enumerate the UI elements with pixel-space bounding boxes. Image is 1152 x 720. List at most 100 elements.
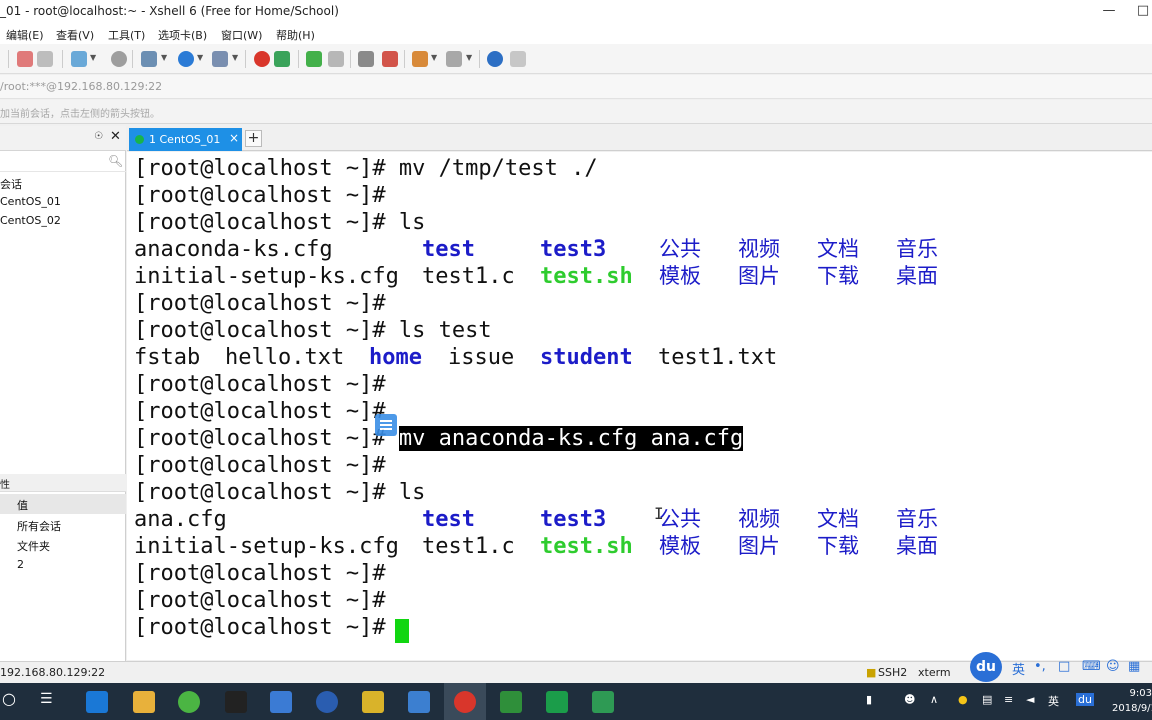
- property-row[interactable]: 2: [0, 555, 126, 575]
- property-row[interactable]: 值: [0, 494, 126, 514]
- font-icon[interactable]: [212, 51, 228, 67]
- properties-header: 性: [0, 474, 126, 492]
- xftp-icon[interactable]: [254, 51, 270, 67]
- tree-item-centos-01[interactable]: CentOS_01: [0, 195, 61, 208]
- menu-grid-icon[interactable]: ▦: [1128, 659, 1140, 674]
- people-icon[interactable]: ☻: [904, 693, 915, 706]
- transfer-icon[interactable]: [141, 51, 157, 67]
- camtasia-recorder-icon[interactable]: [546, 691, 568, 713]
- browser-icon[interactable]: [178, 691, 200, 713]
- reconnect-icon[interactable]: [37, 51, 53, 67]
- dir-entry: 模板: [659, 534, 701, 558]
- ime-tray-icon[interactable]: du: [1076, 693, 1094, 706]
- cortana-icon[interactable]: ○: [2, 689, 16, 708]
- tree-item-centos-02[interactable]: CentOS_02: [0, 214, 61, 227]
- notes-icon[interactable]: [362, 691, 384, 713]
- script-icon[interactable]: [412, 51, 428, 67]
- minimize-button[interactable]: —: [1092, 0, 1126, 22]
- chevron-down-icon[interactable]: ▼: [431, 53, 437, 62]
- tray-app-icon[interactable]: ●: [958, 693, 968, 706]
- menu-help[interactable]: 帮助(H): [276, 27, 315, 43]
- new-tab-icon[interactable]: [71, 51, 87, 67]
- dir-entry: 文档: [817, 237, 859, 261]
- maximize-button[interactable]: □: [1126, 0, 1152, 22]
- network-app-icon[interactable]: [316, 691, 338, 713]
- fullscreen-icon[interactable]: [306, 51, 322, 67]
- disconnect-icon[interactable]: [17, 51, 33, 67]
- ime-toolbar: du 英 •, □ ⌨ ☺ ▦: [970, 652, 1152, 682]
- address-bar[interactable]: /root:***@192.168.80.129:22: [0, 75, 1152, 99]
- keyboard-icon[interactable]: ⌨: [1082, 659, 1101, 674]
- network-icon[interactable]: ≡: [1004, 693, 1013, 706]
- add-tab-button[interactable]: +: [245, 130, 262, 147]
- chevron-down-icon[interactable]: ▼: [197, 53, 203, 62]
- prompt: [root@localhost ~]#: [134, 588, 386, 613]
- dir-entry: home: [369, 345, 422, 370]
- help-icon[interactable]: [487, 51, 503, 67]
- chevron-down-icon[interactable]: ▼: [161, 53, 167, 62]
- find-icon[interactable]: [111, 51, 127, 67]
- chevron-down-icon[interactable]: ▼: [90, 53, 96, 62]
- terminal-line: [root@localhost ~]#: [134, 290, 386, 317]
- pane-header: ☉ ✕: [0, 126, 126, 151]
- edge-icon[interactable]: [86, 691, 108, 713]
- session-address: /root:***@192.168.80.129:22: [0, 80, 163, 93]
- feather-icon[interactable]: [270, 691, 292, 713]
- punctuation-icon[interactable]: •,: [1034, 659, 1046, 674]
- globe-icon[interactable]: [178, 51, 194, 67]
- pin-icon[interactable]: ☉: [94, 131, 103, 142]
- dir-entry: student: [540, 345, 633, 370]
- ime-lang-toggle[interactable]: 英: [1012, 659, 1025, 678]
- baidu-ime-icon[interactable]: du: [970, 652, 1002, 682]
- hint-bar: 加当前会话，点击左侧的箭头按钮。: [0, 100, 1152, 124]
- menu-window[interactable]: 窗口(W): [221, 27, 262, 43]
- connected-status-icon: [135, 135, 144, 144]
- skin-icon[interactable]: □: [1058, 659, 1070, 674]
- volume-icon[interactable]: ◄: [1026, 693, 1034, 706]
- selected-command[interactable]: mv anaconda-ks.cfg ana.cfg: [398, 426, 744, 451]
- chevron-down-icon[interactable]: ▼: [232, 53, 238, 62]
- user-icon[interactable]: ☺: [1106, 659, 1120, 674]
- property-row[interactable]: 文件夹: [0, 535, 126, 555]
- battery-icon[interactable]: ▮: [866, 693, 872, 706]
- window-app-icon[interactable]: [408, 691, 430, 713]
- dir-entry: 公共: [659, 237, 701, 261]
- input-lang-indicator[interactable]: 英: [1048, 693, 1059, 709]
- property-value: 2: [17, 558, 24, 571]
- highlight-icon[interactable]: [382, 51, 398, 67]
- property-row[interactable]: 所有会话: [0, 515, 126, 535]
- session-search-input[interactable]: 🔍︎: [0, 152, 126, 172]
- tab-label: 1 CentOS_01: [149, 133, 221, 146]
- tree-item-sessions[interactable]: 会话: [0, 176, 22, 192]
- chat-icon[interactable]: [510, 51, 526, 67]
- keyboard-icon[interactable]: [358, 51, 374, 67]
- chevron-down-icon[interactable]: ▼: [466, 53, 472, 62]
- chevron-up-icon[interactable]: ∧: [930, 693, 938, 706]
- terminal-screen[interactable]: [root@localhost ~]# mv /tmp/test ./ [roo…: [127, 152, 1152, 660]
- notepad-icon[interactable]: [592, 691, 614, 713]
- prompt: [root@localhost ~]#: [134, 156, 386, 181]
- menu-edit[interactable]: 编辑(E): [6, 27, 44, 43]
- tab-centos-01[interactable]: 1 CentOS_01 ×: [129, 128, 242, 151]
- menu-tabs[interactable]: 选项卡(B): [158, 27, 207, 43]
- file-explorer-icon[interactable]: [133, 691, 155, 713]
- layout-icon[interactable]: [446, 51, 462, 67]
- menu-view[interactable]: 查看(V): [56, 27, 94, 43]
- command: ls: [385, 210, 426, 235]
- ls-output-row: initial-setup-ks.cfg test1.c test.sh 模板 …: [134, 533, 1134, 560]
- search-icon[interactable]: 🔍︎: [108, 154, 123, 168]
- compose-bar-icon[interactable]: [375, 414, 397, 436]
- toolbar-separator: [8, 50, 9, 68]
- close-icon[interactable]: ✕: [110, 129, 121, 144]
- camtasia-icon[interactable]: [500, 691, 522, 713]
- wifi-icon[interactable]: ▤: [982, 693, 992, 706]
- system-clock[interactable]: 9:03 2018/9/1: [1112, 686, 1152, 716]
- qq-icon[interactable]: [225, 691, 247, 713]
- tab-close-icon[interactable]: ×: [229, 131, 239, 145]
- file-entry: hello.txt: [225, 345, 345, 370]
- lock-icon[interactable]: [328, 51, 344, 67]
- task-view-icon[interactable]: ☰: [40, 691, 53, 707]
- xshell-icon[interactable]: [454, 691, 476, 713]
- menu-tools[interactable]: 工具(T): [108, 27, 145, 43]
- xagent-icon[interactable]: [274, 51, 290, 67]
